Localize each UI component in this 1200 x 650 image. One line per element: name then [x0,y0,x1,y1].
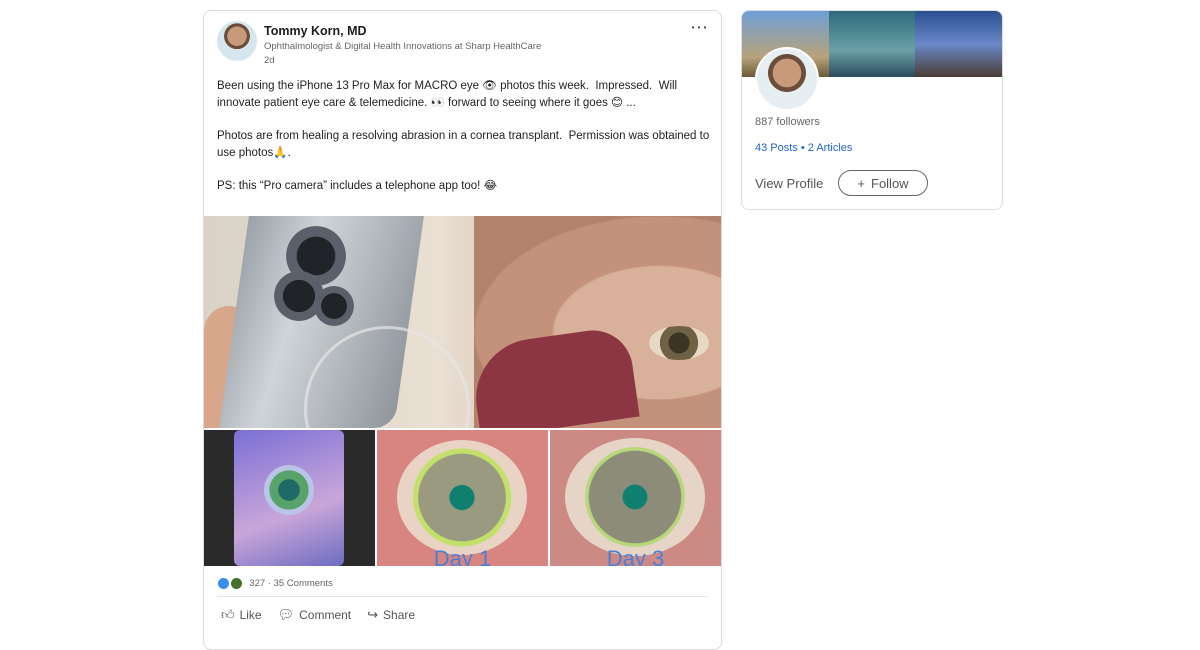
plus-icon: + [857,175,865,191]
author-avatar[interactable] [217,21,257,61]
post-paragraph-2: Photos are from healing a resolving abra… [217,130,713,159]
author-headline: Ophthalmologist & Digital Health Innovat… [264,41,542,52]
eye-day-1 [397,440,527,555]
posts-articles-link[interactable]: 43 Posts • 2 Articles [755,142,852,154]
followers-count: 887 followers [755,116,820,128]
view-profile-link[interactable]: View Profile [755,176,823,191]
more-options-button[interactable]: ⋯ [690,17,709,38]
eye-on-screen [264,465,314,515]
share-button[interactable]: ↪ Share [367,607,415,623]
reactions-summary[interactable]: 327 · 35 Comments [217,577,333,590]
comment-label: Comment [299,608,352,622]
banner-photo-2 [828,11,916,77]
follow-label: Follow [871,175,909,191]
thumb-phone-screen[interactable] [204,430,375,566]
more-horizontal-icon: ⋯ [690,17,709,37]
reaction-count[interactable]: 327 [249,578,265,589]
thumb-day-3[interactable]: Day 3 [550,430,721,566]
day-1-label: Day 1 [433,546,492,566]
post-body: Been using the iPhone 13 Pro Max for MAC… [217,78,712,211]
post-timestamp: 2d [264,55,275,66]
like-label: Like [239,608,262,622]
day-3-label: Day 3 [606,546,665,566]
comment-bubble-icon: 💬︎ [277,607,295,622]
thumb-day-1[interactable]: Day 1 [377,430,548,566]
banner-photo-3 [915,11,1002,77]
thumbs-up-icon: 👍︎ [221,607,235,622]
profile-avatar[interactable] [755,47,819,111]
separator-dot: · [267,578,271,590]
post-paragraph-3: PS: this “Pro camera” includes a telepho… [217,180,498,192]
share-label: Share [383,608,416,622]
patient-eye [649,326,709,360]
comments-count[interactable]: 35 Comments [274,578,333,589]
profile-card: 887 followers 43 Posts • 2 Articles View… [741,10,1003,210]
divider [217,596,708,597]
comment-button[interactable]: 💬︎ Comment [278,607,352,623]
follow-button[interactable]: + Follow [838,170,928,196]
camera-lens-3 [314,286,354,326]
post-actions: 👍︎ Like 💬︎ Comment ↪ Share [221,607,415,623]
post-card: Tommy Korn, MD Ophthalmologist & Digital… [203,10,722,650]
post-paragraph-1: Been using the iPhone 13 Pro Max for MAC… [217,80,681,109]
support-reaction-icon [229,577,243,590]
eye-day-3 [565,438,705,556]
share-arrow-icon: ↪ [367,607,379,622]
like-reaction-icon [217,577,230,590]
hero-photo-phone-and-eye[interactable] [204,216,721,428]
like-button[interactable]: 👍︎ Like [221,607,262,623]
author-name[interactable]: Tommy Korn, MD [264,24,367,38]
